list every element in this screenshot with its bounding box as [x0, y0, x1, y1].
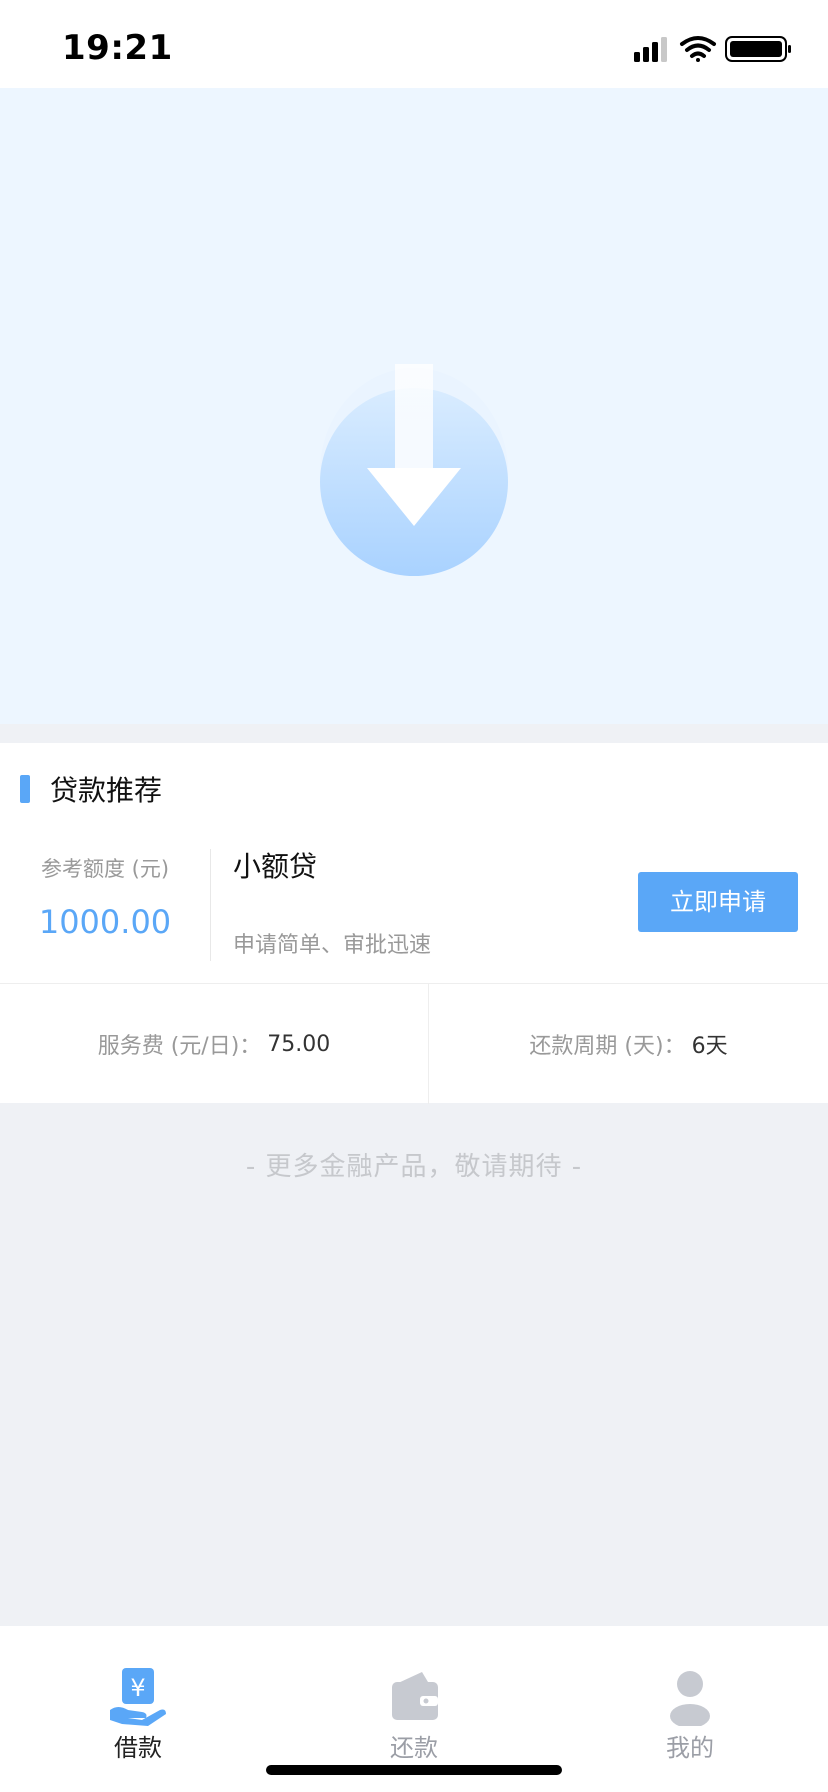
- cellular-signal-icon: [634, 37, 667, 62]
- download-arrow-icon: [320, 364, 508, 576]
- tab-mine[interactable]: 我的: [610, 1666, 770, 1763]
- user-icon: [670, 1671, 710, 1726]
- more-products-note: - 更多金融产品，敬请期待 -: [245, 1152, 583, 1182]
- status-bar: 19:21: [0, 0, 828, 88]
- svg-text:¥: ¥: [130, 1674, 145, 1702]
- divider: [210, 849, 211, 961]
- status-time: 19:21: [62, 28, 173, 68]
- service-fee-value: 75.00: [267, 1031, 331, 1057]
- product-name: 小额贷: [233, 850, 318, 883]
- repay-cycle-value: 6天: [691, 1034, 728, 1059]
- repay-cycle-cell: 还款周期 (天)： 6天: [429, 984, 828, 1104]
- limit-block: 参考额度 (元) 1000.00: [0, 845, 210, 941]
- wifi-icon: [680, 36, 716, 62]
- product-info-row: 服务费 (元/日)： 75.00 还款周期 (天)： 6天: [0, 983, 828, 1104]
- title-accent-bar: [20, 775, 30, 803]
- battery-icon: [725, 36, 791, 62]
- tab-repay[interactable]: 还款: [334, 1666, 494, 1763]
- loan-recommend-section: 贷款推荐 参考额度 (元) 1000.00 小额贷 申请简单、审批迅速 立即申请…: [0, 743, 828, 1104]
- tab-loan[interactable]: ¥ 借款: [58, 1666, 218, 1763]
- tab-mine-label: 我的: [666, 1734, 714, 1762]
- tab-repay-label: 还款: [390, 1734, 438, 1762]
- section-title: 贷款推荐: [50, 774, 163, 807]
- service-fee-label: 服务费 (元/日)：: [97, 1034, 262, 1059]
- limit-label: 参考额度 (元): [40, 857, 170, 881]
- tab-loan-label: 借款: [114, 1734, 162, 1762]
- apply-now-button[interactable]: 立即申请: [638, 872, 798, 932]
- product-description: 申请简单、审批迅速: [233, 933, 432, 958]
- banner: [0, 88, 828, 724]
- repay-cycle-label: 还款周期 (天)：: [529, 1034, 686, 1059]
- section-header: 贷款推荐: [20, 769, 162, 809]
- service-fee-cell: 服务费 (元/日)： 75.00: [0, 984, 428, 1104]
- status-icons: [634, 36, 791, 62]
- limit-value: 1000.00: [38, 903, 172, 941]
- app-screen: 19:21 贷款推荐 参考额度 (元) 1000.00 小额贷 申请简单、审批迅…: [0, 0, 828, 1792]
- wallet-icon: [392, 1672, 438, 1720]
- home-indicator: [266, 1765, 562, 1775]
- yen-hand-icon: ¥: [110, 1668, 166, 1726]
